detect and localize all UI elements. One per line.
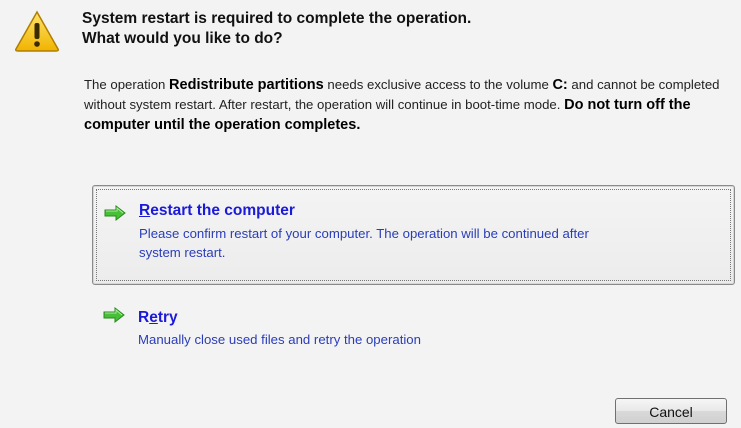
retry-description: Manually close used files and retry the … [138,332,421,347]
green-arrow-right-icon [104,205,126,221]
retry-option[interactable]: Retry Manually close used files and retr… [92,300,735,360]
restart-computer-option[interactable]: Restart the computer Please confirm rest… [92,185,735,285]
retry-title[interactable]: Retry [138,309,178,327]
dialog-heading: System restart is required to complete t… [82,9,471,49]
cancel-button[interactable]: Cancel [615,398,727,424]
retry-title-pre: R [138,309,150,326]
green-arrow-right-icon [103,307,125,323]
restart-computer-description: Please confirm restart of your computer.… [139,224,729,262]
retry-accel-key: e [149,309,158,326]
restart-title-rest: estart the computer [150,202,295,219]
restart-accel-key: R [139,202,151,219]
restart-dialog: System restart is required to complete t… [0,0,741,428]
restart-computer-title[interactable]: Restart the computer [139,202,295,220]
desc-part-2: needs exclusive access to the volume [323,77,553,92]
restart-desc-line-2: system restart. [139,245,226,260]
operation-name: Redistribute partitions [169,77,324,93]
desc-part-1: The operation [84,77,170,92]
volume-name: C: [552,77,568,93]
operation-description: The operation Redistribute partitions ne… [84,75,734,135]
heading-line-1: System restart is required to complete t… [82,10,472,27]
warning-icon [15,10,59,52]
heading-line-2: What would you like to do? [82,30,283,47]
restart-desc-line-1: Please confirm restart of your computer.… [139,226,589,241]
retry-title-rest: try [157,309,178,326]
desc-end: . [356,117,361,133]
